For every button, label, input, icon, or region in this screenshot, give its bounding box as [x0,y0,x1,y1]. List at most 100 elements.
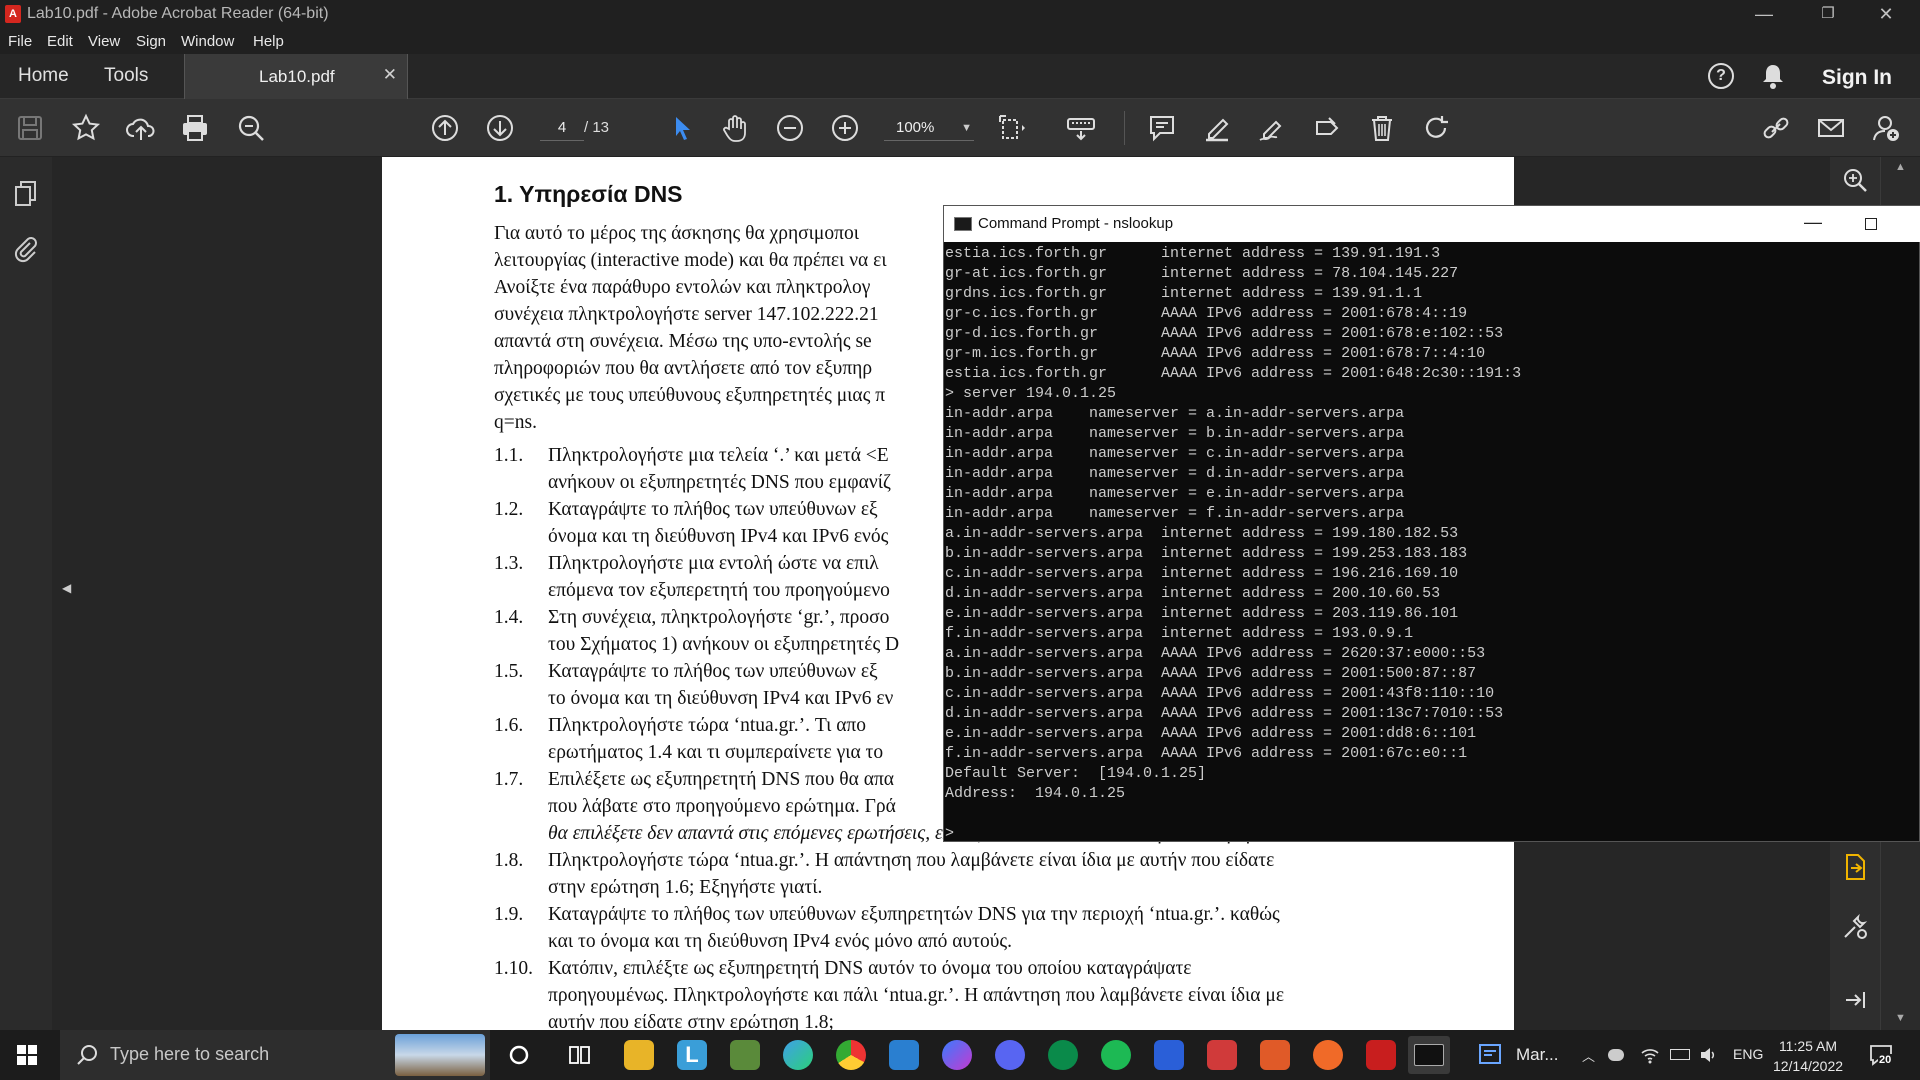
question-number: 1.6. [494,715,524,736]
close-tab-icon[interactable]: ✕ [383,65,397,85]
lync-app-icon[interactable]: L [677,1040,707,1070]
volume-icon[interactable] [1698,1045,1718,1065]
spotify-icon[interactable] [1101,1040,1131,1070]
zoom-in-icon[interactable] [829,112,861,144]
zoom-search-icon[interactable] [1840,165,1870,195]
keyboard-icon[interactable] [1065,112,1097,144]
zoom-out-icon[interactable] [774,112,806,144]
toolbar-divider [1124,111,1125,145]
terminal-line: estia.ics.forth.gr internet address = 13… [945,245,1441,262]
page-fit-icon[interactable] [996,112,1028,144]
page-number-input[interactable]: 4 [540,115,584,141]
scroll-down-icon[interactable]: ▼ [1895,1012,1906,1024]
search-zoom-icon[interactable] [235,112,267,144]
git-app-icon[interactable] [1207,1040,1237,1070]
tab-document-label: Lab10.pdf [259,67,335,86]
email-icon[interactable] [1815,112,1847,144]
tab-document[interactable]: Lab10.pdf ✕ [184,54,408,99]
cmd-maximize-button[interactable] [1865,218,1877,230]
menu-file[interactable]: File [8,33,32,50]
app-leaf-icon[interactable] [1048,1040,1078,1070]
expand-panel-icon[interactable]: ◀ [62,581,71,595]
question-number: 1.5. [494,661,524,682]
question-line: Πληκτρολογήστε τώρα ‘ntua.gr.’. Η απάντη… [548,850,1275,871]
hand-tool-icon[interactable] [720,112,752,144]
tab-home[interactable]: Home [18,65,69,87]
zoom-level-dropdown[interactable]: 100% ▼ [884,115,974,141]
spreadsheet-app-icon[interactable] [730,1040,760,1070]
menu-view[interactable]: View [88,33,120,50]
terminal-line: c.in-addr-servers.arpa AAAA IPv6 address… [945,685,1495,702]
edge-browser-icon[interactable] [783,1040,813,1070]
upload-cloud-icon[interactable] [125,112,157,144]
terminal-line: d.in-addr-servers.arpa internet address … [945,585,1441,602]
cmd-app-icon [954,217,972,231]
battery-icon[interactable] [1670,1049,1690,1060]
export-pdf-icon[interactable] [1840,852,1870,882]
command-prompt-window[interactable]: Command Prompt - nslookup — estia.ics.fo… [943,205,1920,842]
highlight-pen-icon[interactable] [1201,112,1233,144]
menu-window[interactable]: Window [181,33,234,50]
close-button[interactable]: ✕ [1858,0,1914,28]
print-icon[interactable] [179,112,211,144]
file-explorer-icon[interactable] [624,1040,654,1070]
notifications-icon[interactable]: 20 [1868,1042,1894,1068]
taskbar-app-label[interactable]: Mar... [1516,1045,1559,1065]
taskbar-search-box[interactable]: Type here to search [60,1030,490,1080]
bell-icon[interactable] [1760,62,1786,90]
more-tools-icon[interactable] [1840,912,1870,942]
next-page-icon[interactable] [484,112,516,144]
tab-tools[interactable]: Tools [104,65,148,87]
sign-pen-icon[interactable] [1256,112,1288,144]
menu-edit[interactable]: Edit [47,33,73,50]
terminal-output[interactable]: estia.ics.forth.gr internet address = 13… [945,244,1915,842]
bookmark-star-icon[interactable] [70,112,102,144]
menu-sign[interactable]: Sign [136,33,166,50]
sign-in-button[interactable]: Sign In [1822,66,1892,90]
cloud-sync-icon[interactable] [1608,1049,1624,1061]
menu-help[interactable]: Help [253,33,284,50]
collapse-pane-icon[interactable] [1842,987,1868,1013]
drawing-app-icon[interactable] [1154,1040,1184,1070]
select-cursor-icon[interactable] [666,112,698,144]
postman-icon[interactable] [1313,1040,1343,1070]
wifi-icon[interactable] [1640,1045,1660,1065]
cmd-titlebar[interactable]: Command Prompt - nslookup — [944,206,1920,242]
cmd-minimize-button[interactable]: — [1804,212,1822,233]
cortana-icon[interactable] [508,1044,530,1066]
search-highlight-image [395,1034,485,1076]
acrobat-taskbar-icon[interactable] [1366,1040,1396,1070]
teams-icon[interactable] [1478,1042,1504,1068]
rotate-icon[interactable] [1421,112,1453,144]
vscode-icon[interactable] [889,1040,919,1070]
delete-trash-icon[interactable] [1366,112,1398,144]
add-user-icon[interactable] [1870,112,1902,144]
terminal-line: gr-at.ics.forth.gr internet address = 78… [945,265,1459,282]
scroll-up-icon[interactable]: ▲ [1895,161,1906,173]
show-hidden-icons-icon[interactable]: ︿ [1582,1046,1595,1065]
terminal-line: b.in-addr-servers.arpa AAAA IPv6 address… [945,665,1477,682]
messenger-icon[interactable] [942,1040,972,1070]
share-link-icon[interactable] [1760,112,1792,144]
system-clock[interactable]: 11:25 AM 12/14/2022 [1768,1036,1848,1076]
chevron-down-icon: ▼ [961,122,972,134]
question-line: Κατόπιν, επιλέξτε ως εξυπηρετητή DNS αυτ… [548,958,1192,979]
comment-icon[interactable] [1146,112,1178,144]
previous-page-icon[interactable] [429,112,461,144]
stamp-icon[interactable] [1311,112,1343,144]
page-thumbnails-icon[interactable] [12,179,40,207]
language-indicator[interactable]: ENG [1733,1046,1763,1062]
save-icon[interactable] [14,112,46,144]
terminal-line: in-addr.arpa nameserver = d.in-addr-serv… [945,465,1405,482]
task-view-icon[interactable] [568,1044,592,1066]
restore-button[interactable]: ❐ [1800,0,1856,28]
clock-time: 11:25 AM [1778,1038,1838,1054]
minimize-button[interactable]: — [1736,0,1792,28]
discord-icon[interactable] [995,1040,1025,1070]
help-icon[interactable]: ? [1708,63,1734,89]
calendar-app-icon[interactable] [1260,1040,1290,1070]
attachment-paperclip-icon[interactable] [12,235,40,263]
windows-start-icon[interactable] [17,1045,37,1065]
chrome-browser-icon[interactable] [836,1040,866,1070]
